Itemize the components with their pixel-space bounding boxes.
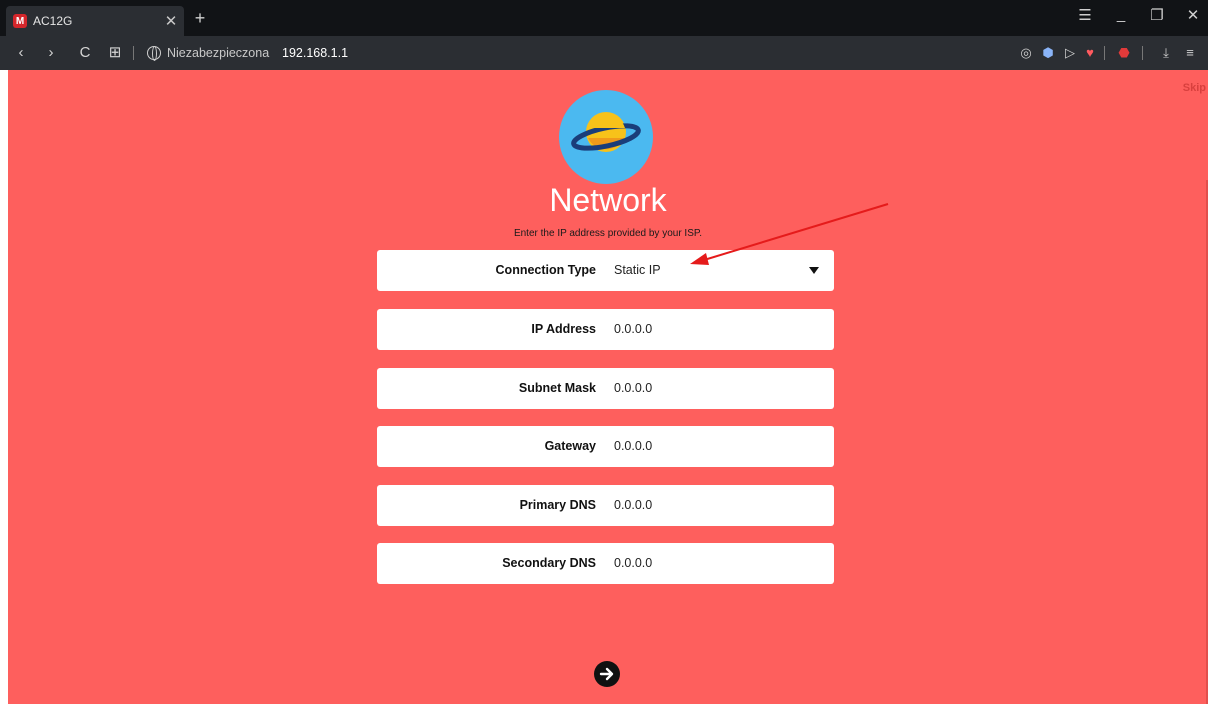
forward-icon[interactable]: › xyxy=(42,36,60,70)
tab-menu-icon[interactable]: ☰ xyxy=(1076,6,1094,24)
close-window-icon[interactable]: ✕ xyxy=(1184,6,1202,24)
subnet-mask-field[interactable]: Subnet Mask 0.0.0.0 xyxy=(377,368,834,409)
m-favicon-icon: M xyxy=(13,14,27,28)
globe-icon[interactable] xyxy=(147,46,161,61)
tab-bar: M AC12G ✕ + ☰ _ ❐ ✕ xyxy=(0,0,1208,36)
download-icon[interactable]: ⤓ xyxy=(1158,36,1174,70)
page-title: Network xyxy=(549,182,667,218)
subnet-mask-input[interactable]: 0.0.0.0 xyxy=(614,368,652,409)
setup-page: Skip Network Enter the IP address provid… xyxy=(8,70,1208,704)
ip-address-input[interactable]: 0.0.0.0 xyxy=(614,309,652,350)
left-window-edge xyxy=(0,70,8,704)
primary-dns-field[interactable]: Primary DNS 0.0.0.0 xyxy=(377,485,834,526)
ip-address-label: IP Address xyxy=(531,322,596,336)
connection-type-label: Connection Type xyxy=(495,263,596,277)
back-icon[interactable]: ‹ xyxy=(12,36,30,70)
planet-graphic xyxy=(571,112,641,152)
extensions-separator-2 xyxy=(1142,46,1143,60)
ip-address-field[interactable]: IP Address 0.0.0.0 xyxy=(377,309,834,350)
window-controls: ☰ _ ❐ ✕ xyxy=(1076,6,1202,24)
subnet-mask-label: Subnet Mask xyxy=(518,381,596,395)
connection-type-value[interactable]: Static IP xyxy=(614,250,661,291)
tab-title: AC12G xyxy=(33,14,73,28)
skip-link[interactable]: Skip xyxy=(1183,82,1206,94)
gateway-input[interactable]: 0.0.0.0 xyxy=(614,426,652,467)
reload-icon[interactable]: C xyxy=(76,36,94,70)
secondary-dns-input[interactable]: 0.0.0.0 xyxy=(614,543,652,584)
gateway-field[interactable]: Gateway 0.0.0.0 xyxy=(377,426,834,467)
restore-icon[interactable]: ❐ xyxy=(1148,6,1166,24)
secondary-dns-field[interactable]: Secondary DNS 0.0.0.0 xyxy=(377,543,834,584)
minimize-icon[interactable]: _ xyxy=(1112,6,1130,24)
easy-setup-icon[interactable]: ≡ xyxy=(1182,36,1198,70)
shield-icon[interactable]: ⬢ xyxy=(1040,36,1056,70)
ublock-icon[interactable]: ⬣ xyxy=(1116,36,1132,70)
tabs-grid-icon[interactable]: ⊞ xyxy=(106,36,124,70)
new-tab-icon[interactable]: + xyxy=(190,6,210,30)
security-label[interactable]: Niezabezpieczona xyxy=(167,36,269,70)
url-field[interactable]: 192.168.1.1 xyxy=(282,36,348,70)
address-separator xyxy=(133,46,134,60)
primary-dns-label: Primary DNS xyxy=(519,498,596,512)
next-button[interactable] xyxy=(594,661,620,687)
gateway-label: Gateway xyxy=(544,439,596,453)
page-subtitle: Enter the IP address provided by your IS… xyxy=(513,228,703,239)
heart-icon[interactable]: ♥ xyxy=(1082,36,1098,70)
connection-type-select[interactable]: Connection Type Static IP xyxy=(377,250,834,291)
tab-close-icon[interactable]: ✕ xyxy=(160,12,182,30)
extensions-separator xyxy=(1104,46,1105,60)
arrow-right-icon xyxy=(599,667,614,681)
browser-tab[interactable]: M AC12G ✕ xyxy=(6,6,184,36)
address-bar: ‹ › C ⊞ Niezabezpieczona 192.168.1.1 ◎ ⬢… xyxy=(0,36,1208,70)
secondary-dns-label: Secondary DNS xyxy=(502,556,596,570)
planet-icon xyxy=(559,90,653,184)
send-icon[interactable]: ▷ xyxy=(1062,36,1078,70)
primary-dns-input[interactable]: 0.0.0.0 xyxy=(614,485,652,526)
camera-icon[interactable]: ◎ xyxy=(1018,36,1034,70)
caret-down-icon[interactable] xyxy=(809,267,819,274)
